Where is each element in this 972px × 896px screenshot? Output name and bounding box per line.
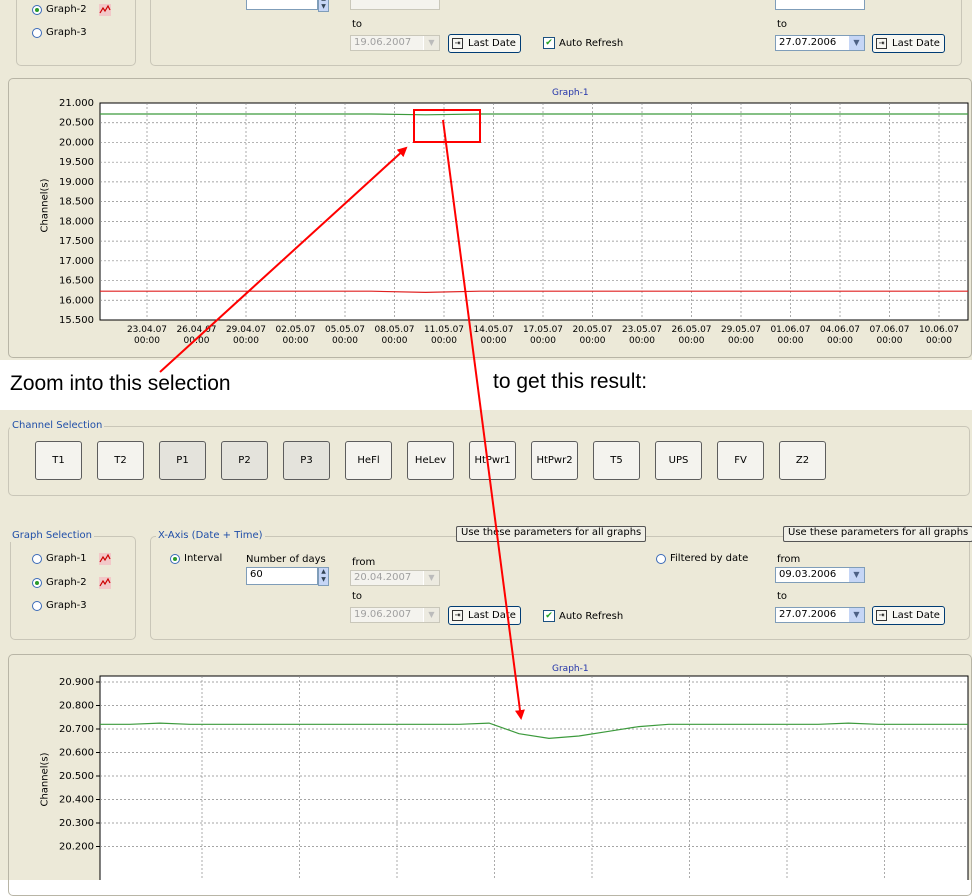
y-tick-label: 20.700 (59, 724, 94, 735)
y-tick-label: 20.900 (59, 677, 94, 688)
y-tick-label: 20.600 (59, 748, 94, 759)
plot-area (99, 675, 969, 880)
y-tick-label: 20.300 (59, 818, 94, 829)
y-tick-label: 20.500 (59, 771, 94, 782)
y-tick-label: 20.200 (59, 842, 94, 853)
bottom-chart: 20.900 20.800 20.700 20.600 20.500 20.400 20.3… (59, 675, 969, 880)
y-tick-label: 20.400 (59, 795, 94, 806)
y-tick-label: 20.800 (59, 701, 94, 712)
